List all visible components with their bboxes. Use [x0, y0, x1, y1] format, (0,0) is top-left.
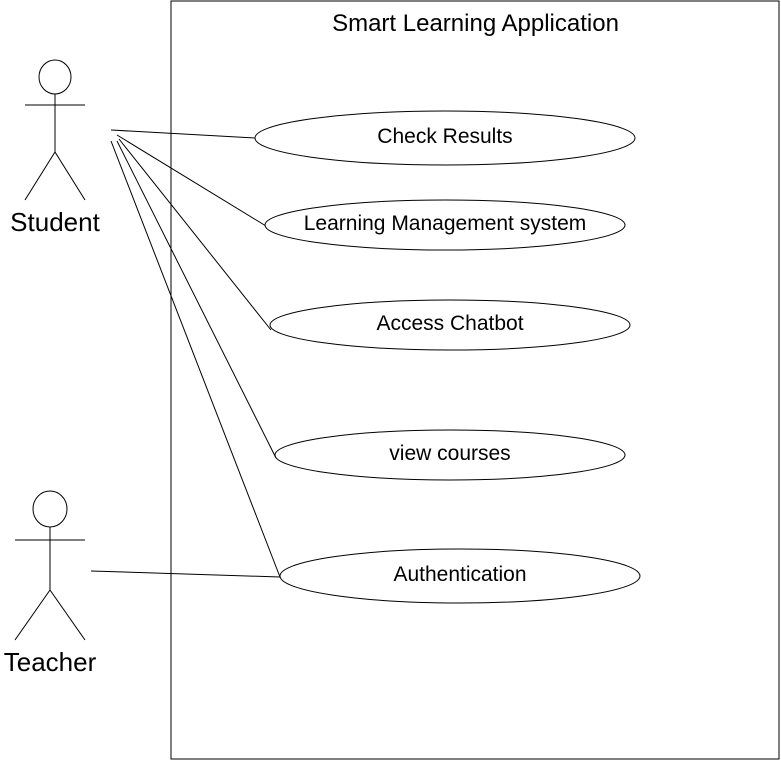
- use-case-label-lms: Learning Management system: [303, 212, 587, 235]
- student-head: [38, 59, 72, 95]
- student-right-leg: [54, 151, 86, 201]
- student-actor-icon[interactable]: [24, 59, 86, 201]
- use-case-label-chatbot: Access Chatbot: [376, 312, 524, 335]
- teacher-head: [32, 490, 68, 528]
- teacher-actor-icon[interactable]: [14, 490, 86, 641]
- teacher-left-leg: [14, 589, 51, 641]
- student-left-leg: [24, 151, 56, 201]
- use-case-label-view-courses: view courses: [389, 442, 511, 465]
- teacher-actor-label: Teacher: [3, 647, 97, 677]
- system-title: Smart Learning Application: [332, 10, 619, 37]
- use-case-diagram: [14, 0, 780, 760]
- use-case-label-authentication: Authentication: [393, 563, 527, 586]
- use-case-label-check-results: Check Results: [377, 125, 513, 148]
- student-actor-label: Student: [10, 207, 100, 237]
- teacher-right-leg: [49, 589, 86, 641]
